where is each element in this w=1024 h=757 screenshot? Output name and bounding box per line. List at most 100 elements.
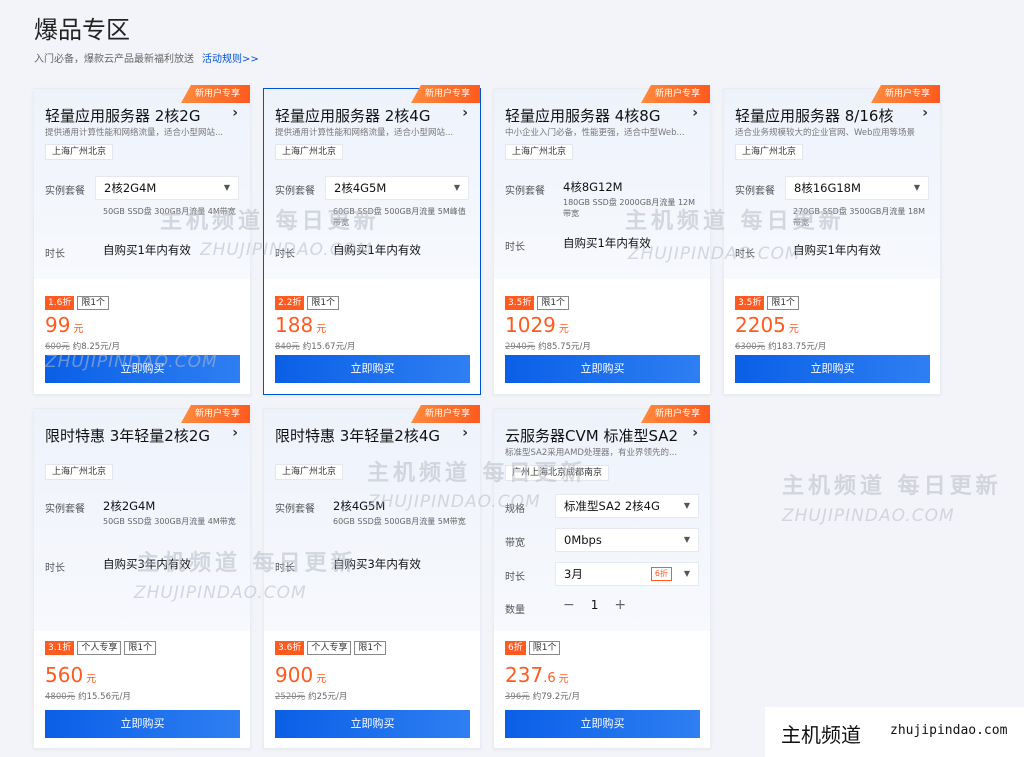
quantity-input[interactable]: 1 [591, 598, 599, 612]
instance-label: 实例套餐 [45, 186, 85, 197]
price-value: 560 [45, 663, 84, 687]
badge-row: 6折 限1个 [505, 641, 561, 655]
badge-row: 3.1折 个人专享 限1个 [45, 641, 157, 655]
personal-badge: 个人专享 [77, 641, 122, 655]
spec-select-value: 标准型SA2 2核4G [564, 499, 660, 513]
price-value: 900 [275, 663, 314, 687]
limit-badge: 限1个 [124, 641, 157, 655]
caret-down-icon: ▼ [223, 183, 230, 192]
duration-value: 自购买1年内有效 [793, 243, 881, 257]
price-original: 840元 约15.67元/月 [275, 340, 355, 352]
bandwidth-label: 带宽 [505, 538, 525, 549]
page-subtitle: 入门必备，爆款云产品最新福利放送 活动规则>> [34, 50, 259, 65]
limit-badge: 限1个 [528, 641, 561, 655]
discount-badge: 6折 [505, 641, 526, 655]
discount-badge: 3.5折 [505, 296, 535, 310]
card-description: 标准型SA2采用AMD处理器，有业界领先的... [505, 448, 678, 458]
region-tag: 上海广州北京 [735, 144, 804, 160]
badge-row: 2.2折 限1个 [275, 296, 340, 310]
buy-now-button[interactable]: 立即购买 [275, 355, 470, 383]
bandwidth-select[interactable]: 0Mbps ▼ [555, 528, 699, 552]
monthly-price: 约8.25元/月 [72, 342, 121, 352]
new-user-ribbon: 新用户专享 [180, 85, 250, 103]
card-title[interactable]: 限时特惠 3年轻量2核4G [275, 425, 470, 446]
chevron-right-icon[interactable]: › [232, 425, 238, 441]
duration-select[interactable]: 3月 6折 ▼ [555, 562, 699, 586]
chevron-right-icon[interactable]: › [922, 105, 928, 121]
card-title[interactable]: 轻量应用服务器 4核8G [505, 105, 700, 126]
duration-label: 时长 [45, 249, 65, 260]
original-price: 840元 [275, 342, 300, 352]
buy-now-button[interactable]: 立即购买 [505, 710, 700, 738]
plus-button[interactable]: + [614, 597, 626, 613]
new-user-ribbon: 新用户专享 [640, 85, 710, 103]
buy-now-button[interactable]: 立即购买 [505, 355, 700, 383]
discount-badge: 2.2折 [275, 296, 305, 310]
spec-note: 50GB SSD盘 300GB月流量 4M带宽 [103, 517, 236, 526]
spec-select[interactable]: 标准型SA2 2核4G ▼ [555, 494, 699, 518]
price-value: 237 [505, 663, 544, 687]
card-title[interactable]: 云服务器CVM 标准型SA2 [505, 425, 700, 446]
product-card-3yr-2c4g: 新用户专享 限时特惠 3年轻量2核4G › 上海广州北京 实例套餐 2核4G5M… [263, 405, 481, 749]
price-original: 2520元 约25元/月 [275, 690, 347, 702]
duration-value: 自购买1年内有效 [103, 243, 191, 257]
instance-select[interactable]: 8核16G18M ▼ [785, 176, 929, 200]
instance-label: 实例套餐 [275, 186, 315, 197]
price-unit: 元 [316, 324, 327, 335]
price: 900 元 [275, 663, 326, 687]
discount-badge: 3.6折 [275, 641, 305, 655]
card-title[interactable]: 轻量应用服务器 2核4G [275, 105, 470, 126]
chevron-right-icon[interactable]: › [232, 105, 238, 121]
instance-value: 4核8G12M [563, 180, 623, 194]
monthly-price: 约15.56元/月 [78, 692, 131, 702]
chevron-right-icon[interactable]: › [462, 105, 468, 121]
card-title[interactable]: 限时特惠 3年轻量2核2G [45, 425, 240, 446]
subtitle-text: 入门必备，爆款云产品最新福利放送 [34, 54, 194, 65]
card-title[interactable]: 轻量应用服务器 2核2G [45, 105, 240, 126]
duration-value: 自购买3年内有效 [333, 557, 421, 571]
limit-badge: 限1个 [307, 296, 340, 310]
caret-down-icon: ▼ [683, 569, 690, 578]
buy-now-button[interactable]: 立即购买 [275, 710, 470, 738]
chevron-right-icon[interactable]: › [462, 425, 468, 441]
page-title: 爆品专区 [34, 16, 130, 44]
buy-now-button[interactable]: 立即购买 [735, 355, 930, 383]
spec-note: 270GB SSD盘 3500GB月流量 18M带宽 [793, 207, 926, 227]
limit-badge: 限1个 [77, 296, 110, 310]
duration-label: 时长 [275, 563, 295, 574]
footer-brand-name: 主机频道 [781, 723, 861, 747]
instance-value: 2核4G5M [333, 499, 386, 513]
buy-now-button[interactable]: 立即购买 [45, 355, 240, 383]
instance-select[interactable]: 2核2G4M ▼ [95, 176, 239, 200]
price-original: 6300元 约183.75元/月 [735, 340, 826, 352]
price-value: 99 [45, 313, 71, 337]
duration-label: 时长 [505, 242, 525, 253]
instance-select-value: 8核16G18M [794, 181, 861, 195]
duration-discount-tag: 6折 [650, 567, 672, 581]
chevron-right-icon[interactable]: › [692, 105, 698, 121]
minus-button[interactable]: − [563, 597, 575, 613]
price-decimal: .6 [543, 671, 556, 686]
rules-link[interactable]: 活动规则>> [202, 54, 259, 65]
new-user-ribbon: 新用户专享 [870, 85, 940, 103]
original-price: 600元 [45, 342, 70, 352]
monthly-price: 约85.75元/月 [538, 342, 591, 352]
watermark-en: ZHUJIPINDAO.COM [782, 506, 955, 526]
caret-down-icon: ▼ [453, 183, 460, 192]
chevron-right-icon[interactable]: › [692, 425, 698, 441]
card-title[interactable]: 轻量应用服务器 8/16核 [735, 105, 930, 126]
region-tag: 上海广州北京 [45, 144, 114, 160]
original-price: 2520元 [275, 692, 306, 702]
monthly-price: 约183.75元/月 [768, 342, 827, 352]
new-user-ribbon: 新用户专享 [410, 85, 480, 103]
instance-label: 实例套餐 [735, 186, 775, 197]
instance-label: 实例套餐 [505, 186, 545, 197]
product-card-lighthouse-4c8g: 新用户专享 轻量应用服务器 4核8G › 中小企业入门必备，性能更强，适合中型W… [493, 85, 711, 395]
price: 237.6 元 [505, 663, 569, 687]
buy-now-button[interactable]: 立即购买 [45, 710, 240, 738]
footer-brand: 主机频道 zhujipindao.com [765, 707, 1024, 757]
card-description: 中小企业入门必备，性能更强，适合中型Web... [505, 128, 685, 138]
instance-select[interactable]: 2核4G5M ▼ [325, 176, 469, 200]
region-tag: 上海广州北京 [275, 464, 344, 480]
limit-badge: 限1个 [354, 641, 387, 655]
